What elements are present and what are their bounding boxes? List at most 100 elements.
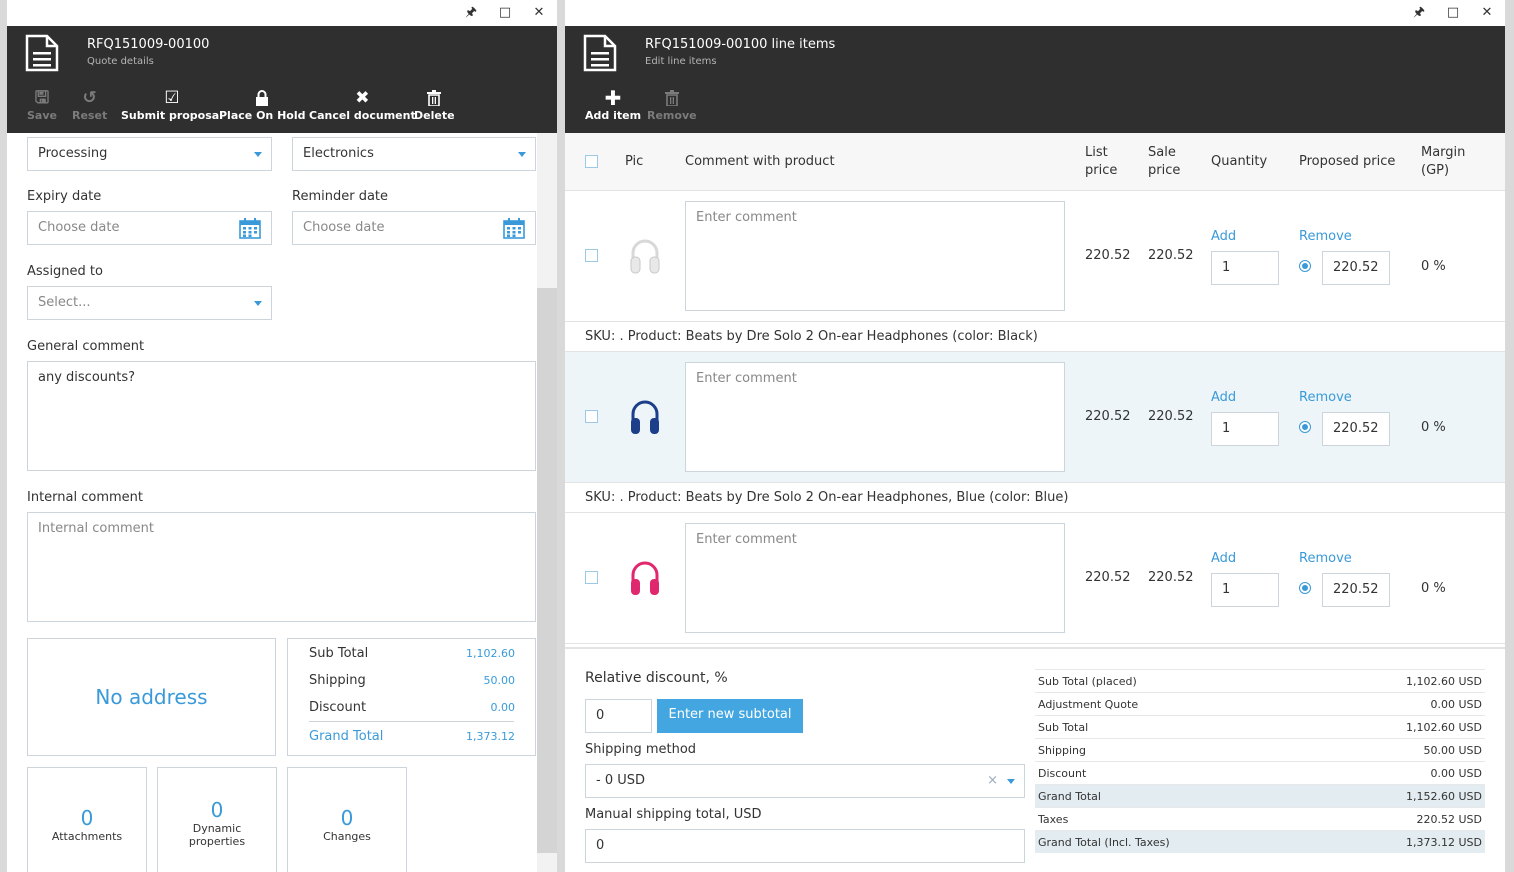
- attachments-tile[interactable]: 0 Attachments: [27, 767, 147, 872]
- column-margin[interactable]: Margin (GP): [1421, 144, 1465, 180]
- blade-subtitle: Quote details: [87, 56, 154, 67]
- cancel-document-button[interactable]: ✖ Cancel document: [309, 87, 416, 122]
- sale-price: 220.52: [1148, 570, 1194, 585]
- remove-proposed-link[interactable]: Remove: [1299, 229, 1352, 244]
- add-quantity-link[interactable]: Add: [1211, 390, 1236, 405]
- proposed-price-radio[interactable]: [1299, 421, 1311, 433]
- totals-row-subtotal: Sub Total 1,102.60 USD: [1035, 715, 1485, 738]
- internal-comment-textarea[interactable]: Internal comment: [27, 512, 536, 622]
- add-quantity-link[interactable]: Add: [1211, 229, 1236, 244]
- chevron-down-icon: [254, 152, 262, 157]
- line-items-footer: Relative discount, % 0 Enter new subtota…: [565, 647, 1505, 872]
- blade-title: RFQ151009-00100 line items: [645, 37, 836, 52]
- row-checkbox[interactable]: [585, 410, 598, 423]
- maximize-icon[interactable]: □: [496, 4, 514, 22]
- close-icon[interactable]: ✕: [530, 4, 548, 22]
- save-button[interactable]: 🖫 Save: [27, 87, 57, 122]
- relative-discount-input[interactable]: 0: [585, 699, 652, 733]
- summary-divider: [309, 721, 514, 722]
- plus-icon: ✚: [604, 86, 622, 110]
- quantity-input[interactable]: 1: [1211, 412, 1279, 446]
- submit-proposal-button[interactable]: ☑ Submit proposal: [121, 87, 223, 122]
- scrollbar-thumb[interactable]: [537, 288, 557, 853]
- quantity-input[interactable]: 1: [1211, 573, 1279, 607]
- line-item-row[interactable]: Enter comment 220.52 220.52 Add 1 Remove…: [565, 513, 1505, 644]
- proposed-price-radio[interactable]: [1299, 582, 1311, 594]
- comment-textarea[interactable]: Enter comment: [685, 362, 1065, 472]
- pin-icon[interactable]: 🖈: [1410, 4, 1428, 22]
- summary-discount: Discount 0.00: [309, 700, 515, 715]
- blade-toolbar: 🖫 Save ↺ Reset ☑ Submit proposal Place O…: [7, 80, 557, 133]
- column-proposed-price[interactable]: Proposed price: [1299, 153, 1395, 171]
- list-price: 220.52: [1085, 570, 1131, 585]
- expiry-date-label: Expiry date: [27, 189, 102, 204]
- line-items-blade: 🖈 □ ✕ RFQ151009-00100 line items Edit li…: [565, 0, 1505, 872]
- enter-new-subtotal-button[interactable]: Enter new subtotal: [657, 699, 803, 733]
- column-list-price[interactable]: List price: [1085, 144, 1117, 180]
- maximize-icon[interactable]: □: [1444, 4, 1462, 22]
- sale-price: 220.52: [1148, 409, 1194, 424]
- reminder-date-input[interactable]: Choose date: [292, 211, 536, 245]
- shipping-method-select[interactable]: - 0 USD ×: [585, 764, 1025, 798]
- general-comment-label: General comment: [27, 339, 145, 354]
- add-item-button[interactable]: ✚ Add item: [585, 87, 641, 122]
- close-icon[interactable]: ✕: [1478, 4, 1496, 22]
- reset-button[interactable]: ↺ Reset: [72, 87, 107, 122]
- assigned-to-select[interactable]: Select...: [27, 286, 272, 320]
- expiry-date-input[interactable]: Choose date: [27, 211, 272, 245]
- check-icon: ☑: [164, 88, 180, 108]
- category-select[interactable]: Electronics: [292, 137, 536, 171]
- delete-button[interactable]: Delete: [414, 87, 455, 122]
- blade-title: RFQ151009-00100: [87, 37, 210, 52]
- column-sale-price[interactable]: Sale price: [1148, 144, 1180, 180]
- manual-shipping-input[interactable]: 0: [585, 829, 1025, 863]
- calendar-icon[interactable]: [503, 218, 525, 239]
- lock-icon: [219, 87, 306, 109]
- list-price: 220.52: [1085, 409, 1131, 424]
- dynamic-properties-tile[interactable]: 0 Dynamic properties: [157, 767, 277, 872]
- clear-icon[interactable]: ×: [987, 765, 998, 797]
- calendar-icon[interactable]: [239, 218, 261, 239]
- remove-proposed-link[interactable]: Remove: [1299, 390, 1352, 405]
- margin-value: 0 %: [1421, 420, 1446, 435]
- column-pic[interactable]: Pic: [625, 153, 643, 171]
- blade-header: RFQ151009-00100 Quote details: [7, 26, 557, 80]
- reminder-date-label: Reminder date: [292, 189, 389, 204]
- general-comment-textarea[interactable]: any discounts?: [27, 361, 536, 471]
- proposed-price-input[interactable]: 220.52: [1322, 412, 1390, 446]
- sale-price: 220.52: [1148, 248, 1194, 263]
- line-item-row[interactable]: Enter comment 220.52 220.52 Add 1 Remove…: [565, 352, 1505, 483]
- add-quantity-link[interactable]: Add: [1211, 551, 1236, 566]
- line-item-row[interactable]: Enter comment 220.52 220.52 Add 1 Remove…: [565, 191, 1505, 322]
- totals-row-taxes: Taxes 220.52 USD: [1035, 807, 1485, 830]
- row-checkbox[interactable]: [585, 571, 598, 584]
- headphones-icon: [630, 239, 660, 274]
- status-select[interactable]: Processing: [27, 137, 272, 171]
- x-icon: ✖: [355, 88, 370, 108]
- column-comment[interactable]: Comment with product: [685, 153, 835, 171]
- quantity-input[interactable]: 1: [1211, 251, 1279, 285]
- quote-details-blade: 🖈 □ ✕ RFQ151009-00100 Quote details 🖫 Sa…: [7, 0, 557, 872]
- proposed-price-input[interactable]: 220.52: [1322, 573, 1390, 607]
- chevron-down-icon: [518, 152, 526, 157]
- select-all-checkbox[interactable]: [585, 155, 598, 168]
- proposed-price-radio[interactable]: [1299, 260, 1311, 272]
- remove-proposed-link[interactable]: Remove: [1299, 551, 1352, 566]
- comment-textarea[interactable]: Enter comment: [685, 201, 1065, 311]
- comment-textarea[interactable]: Enter comment: [685, 523, 1065, 633]
- trash-icon: [414, 87, 455, 109]
- changes-tile[interactable]: 0 Changes: [287, 767, 407, 872]
- relative-discount-label: Relative discount, %: [585, 670, 728, 686]
- blade-topbar: 🖈 □ ✕: [565, 0, 1505, 26]
- blade-topbar: 🖈 □ ✕: [7, 0, 557, 26]
- place-on-hold-button[interactable]: Place On Hold: [219, 87, 306, 122]
- remove-button[interactable]: Remove: [647, 87, 697, 122]
- margin-value: 0 %: [1421, 581, 1446, 596]
- row-checkbox[interactable]: [585, 249, 598, 262]
- proposed-price-input[interactable]: 220.52: [1322, 251, 1390, 285]
- totals-summary-tile[interactable]: Sub Total 1,102.60 Shipping 50.00 Discou…: [287, 638, 536, 756]
- totals-row-subtotal-placed: Sub Total (placed) 1,102.60 USD: [1035, 669, 1485, 692]
- pin-icon[interactable]: 🖈: [462, 4, 480, 22]
- column-quantity[interactable]: Quantity: [1211, 153, 1267, 171]
- address-tile[interactable]: No address: [27, 638, 276, 756]
